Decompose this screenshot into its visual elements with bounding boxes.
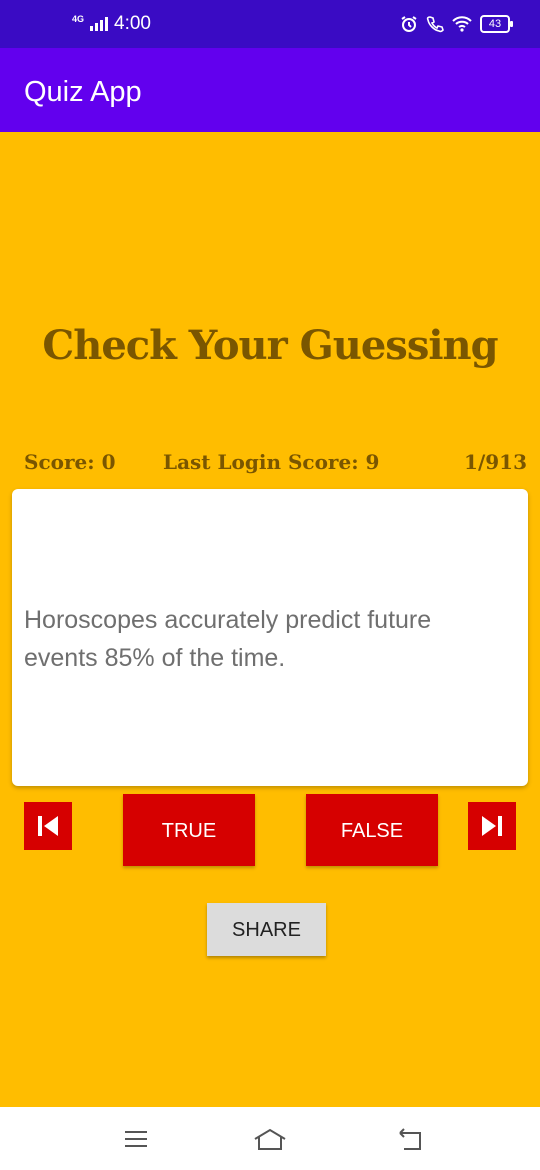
status-right: 43 <box>400 0 513 48</box>
back-icon[interactable] <box>396 1125 426 1153</box>
quiz-headline: Check Your Guessing <box>42 322 498 369</box>
score-row: Score: 0 Last Login Score: 9 1/913 <box>0 450 540 478</box>
status-time: 4:00 <box>114 13 151 34</box>
battery-icon: 43 <box>480 15 513 33</box>
wifi-call-icon <box>426 16 444 33</box>
true-button[interactable]: TRUE <box>123 794 255 866</box>
signal-icon <box>90 17 109 31</box>
network-type: 4G <box>72 14 85 24</box>
next-question-button[interactable] <box>468 802 516 850</box>
app-bar: Quiz App <box>0 48 540 132</box>
previous-question-button[interactable] <box>24 802 72 850</box>
alarm-icon <box>401 16 417 32</box>
question-text: Horoscopes accurately predict future eve… <box>24 606 432 672</box>
system-nav-bar <box>0 1107 540 1170</box>
last-login-score: Last Login Score: 9 <box>163 450 380 474</box>
share-button[interactable]: SHARE <box>207 903 326 956</box>
menu-icon[interactable] <box>122 1125 150 1153</box>
skip-previous-icon <box>38 816 58 836</box>
home-icon[interactable] <box>252 1125 288 1153</box>
current-score: Score: 0 <box>24 450 116 474</box>
status-bar: 4G 4:00 43 <box>0 0 540 48</box>
question-progress: 1/913 <box>464 450 527 474</box>
false-button[interactable]: FALSE <box>306 794 438 866</box>
question-card: Horoscopes accurately predict future eve… <box>12 489 528 786</box>
status-left: 4G 4:00 <box>72 0 151 48</box>
wifi-icon <box>452 16 472 32</box>
app-title: Quiz App <box>24 76 142 108</box>
skip-next-icon <box>482 816 502 836</box>
